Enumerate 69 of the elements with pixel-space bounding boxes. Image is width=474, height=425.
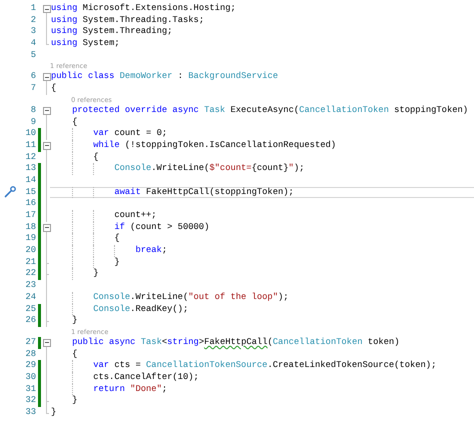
code-line: { <box>71 116 78 128</box>
code-line: using System; <box>51 38 120 50</box>
code-line: if (count > 50000) <box>51 222 210 234</box>
line-number: 7 <box>30 83 36 95</box>
line-number: 21 <box>24 256 36 268</box>
line-number: 16 <box>24 198 36 210</box>
line-number: 33 <box>24 407 36 419</box>
code-line: using System.Threading.Tasks; <box>51 14 204 26</box>
code-line: public class DemoWorker : BackgroundService <box>51 71 278 84</box>
code-line: Console.ReadKey(); <box>51 304 188 316</box>
line-number: 28 <box>24 348 36 360</box>
code-line: await FakeHttpCall(stoppingToken); <box>51 186 294 198</box>
line-number: 8 <box>30 104 36 116</box>
line-number: 26 <box>24 315 36 327</box>
code-line: } <box>51 407 56 419</box>
line-number: 12 <box>24 152 36 164</box>
code-line: count++; <box>51 210 157 222</box>
line-number: 20 <box>24 245 36 257</box>
code-line: } <box>51 256 120 268</box>
code-line: } <box>71 395 78 408</box>
code-line: { <box>51 233 120 246</box>
code-line: Console.WriteLine($"count={count}"); <box>51 163 304 175</box>
line-number: 25 <box>24 304 36 316</box>
line-number: 2 <box>30 14 36 26</box>
line-number: 11 <box>24 140 36 152</box>
line-number: 9 <box>30 116 36 128</box>
code-line: return "Done"; <box>51 384 168 396</box>
line-number: 13 <box>24 163 36 175</box>
line-number: 3 <box>30 26 36 38</box>
code-line: var count = 0; <box>51 128 168 140</box>
collapse-icon[interactable] <box>43 224 51 232</box>
line-number: 10 <box>24 128 36 140</box>
code-line: { <box>71 348 78 360</box>
code-line: cts.CancelAfter(10); <box>51 372 199 384</box>
pin-icon[interactable] <box>4 186 16 198</box>
collapse-icon[interactable] <box>43 142 51 150</box>
line-number: 27 <box>24 336 36 349</box>
line-number: 29 <box>24 360 36 372</box>
code-line: } <box>51 268 98 280</box>
collapse-icon[interactable] <box>43 106 51 115</box>
line-number: 24 <box>24 292 36 304</box>
line-number: 31 <box>24 384 36 396</box>
collapse-icon[interactable] <box>43 338 51 347</box>
line-number: 4 <box>30 38 36 50</box>
code-line: } <box>71 315 78 327</box>
line-number: 32 <box>24 395 36 407</box>
code-line: public async Task<string>FakeHttpCall(CancellationToken token) <box>71 336 400 349</box>
code-line: using Microsoft.Extensions.Hosting; <box>51 3 236 15</box>
code-line: break; <box>51 245 168 257</box>
line-number: 18 <box>24 222 36 234</box>
line-number: 5 <box>30 50 36 62</box>
line-number: 14 <box>24 174 36 187</box>
code-line: Console.WriteLine("out of the loop"); <box>51 292 289 304</box>
line-number: 23 <box>24 280 36 292</box>
line-number: 15 <box>24 186 36 198</box>
line-number: 30 <box>24 372 36 384</box>
line-number: 22 <box>24 268 36 280</box>
code-line: using System.Threading; <box>51 26 172 38</box>
line-number: 19 <box>24 233 36 246</box>
line-number: 1 <box>30 3 36 15</box>
line-number: 17 <box>24 210 36 222</box>
code-line: protected override async Task ExecuteAsync(CancellationToken stoppingToken) <box>71 104 468 117</box>
collapse-icon[interactable] <box>43 5 51 13</box>
code-line: var cts = CancellationTokenSource.CreateLinkedTokenSource(token); <box>51 360 436 372</box>
line-number: 6 <box>30 71 36 84</box>
collapse-icon[interactable] <box>43 73 51 82</box>
code-line: { <box>51 152 98 164</box>
code-line: { <box>51 83 56 95</box>
code-line: while (!stoppingToken.IsCancellationRequested) <box>51 140 336 152</box>
